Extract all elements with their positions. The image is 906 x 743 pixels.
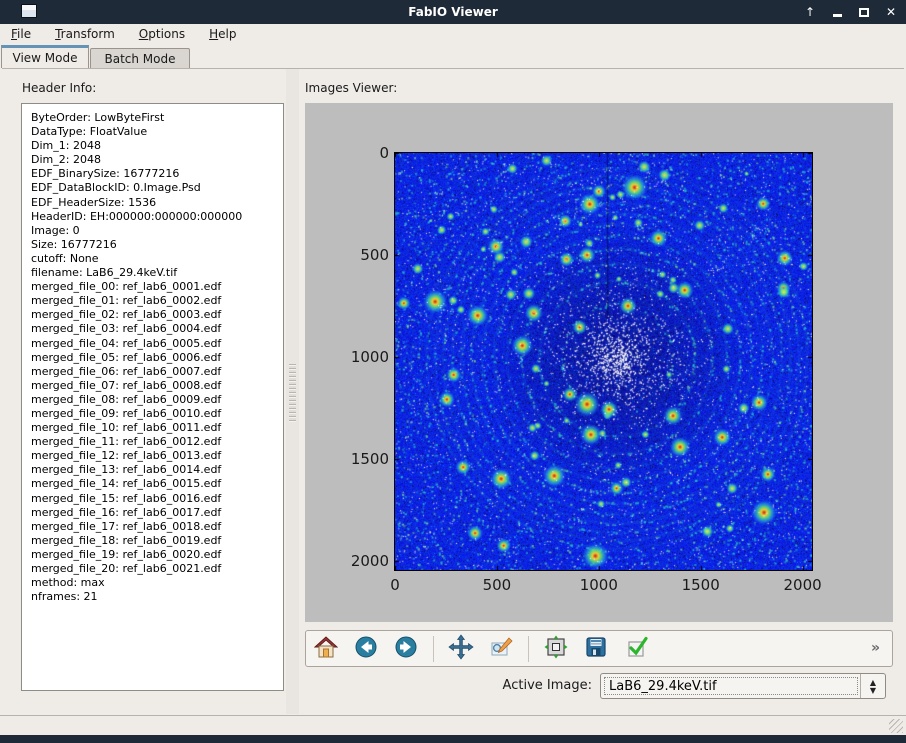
zoom-rect-button[interactable]	[488, 636, 514, 662]
configure-subplots-icon	[544, 635, 568, 663]
window-title: FabIO Viewer	[0, 5, 906, 19]
toolbar-overflow-chevron[interactable]: »	[871, 640, 880, 656]
tab-bar: View Mode Batch Mode	[0, 44, 906, 68]
zoom-rect-icon	[489, 635, 513, 663]
menu-file[interactable]: File	[11, 27, 31, 41]
plot-axes[interactable]	[394, 152, 813, 571]
combobox-spinner[interactable]: ▲ ▼	[860, 674, 885, 698]
status-bar	[0, 715, 906, 735]
minimize-button[interactable]	[830, 5, 844, 19]
maximize-button[interactable]	[857, 5, 871, 19]
x-tick-label: 0	[390, 576, 400, 594]
active-image-value: LaB6_29.4keV.tif	[609, 679, 717, 694]
home-button[interactable]	[313, 636, 339, 662]
title-bar: FabIO Viewer ↑ ✕	[0, 0, 906, 24]
active-image-combobox[interactable]: LaB6_29.4keV.tif ▲ ▼	[600, 673, 886, 699]
x-tick-label: 2000	[784, 576, 822, 594]
app-window: FabIO Viewer ↑ ✕ File Transform Options Hel…	[0, 0, 906, 743]
x-tick-label: 1500	[682, 576, 720, 594]
toolbar-separator	[528, 636, 529, 662]
diffraction-image[interactable]	[395, 153, 812, 570]
panel-splitter[interactable]	[286, 69, 299, 714]
configure-subplots-button[interactable]	[543, 636, 569, 662]
back-button[interactable]	[353, 636, 379, 662]
pan-arrows-icon	[448, 634, 474, 664]
menu-bar: File Transform Options Help	[0, 24, 906, 44]
y-tick-label: 500	[305, 246, 389, 264]
y-tick-label: 0	[305, 144, 389, 162]
splitter-handle-icon[interactable]	[289, 364, 296, 422]
save-button[interactable]	[583, 636, 609, 662]
menu-options[interactable]: Options	[139, 27, 185, 41]
figure-canvas[interactable]: 0 500 1000 1500 2000 0 500 1000 1500 2000	[305, 103, 893, 622]
y-tick-label: 1500	[305, 450, 389, 468]
tab-batch-mode[interactable]: Batch Mode	[90, 48, 190, 68]
home-icon	[314, 635, 338, 663]
combobox-focus-rect: LaB6_29.4keV.tif	[604, 677, 858, 695]
resize-grip-icon[interactable]	[889, 719, 903, 733]
window-controls: ↑ ✕	[803, 0, 898, 24]
save-floppy-icon	[584, 635, 608, 663]
tab-view-mode[interactable]: View Mode	[1, 45, 89, 68]
back-arrow-icon	[354, 635, 378, 663]
window-bottom-border	[0, 735, 906, 743]
customize-button[interactable]	[623, 636, 649, 662]
header-info-label: Header Info:	[22, 81, 96, 95]
shade-button[interactable]: ↑	[803, 5, 817, 19]
pan-button[interactable]	[448, 636, 474, 662]
toolbar-separator	[433, 636, 434, 662]
images-viewer-label: Images Viewer:	[305, 81, 397, 95]
y-tick-label: 2000	[305, 552, 389, 570]
header-info-text: ByteOrder: LowByteFirst DataType: FloatV…	[31, 111, 283, 604]
active-image-label: Active Image:	[432, 678, 592, 693]
spin-up-icon[interactable]: ▲	[870, 679, 876, 686]
spin-down-icon[interactable]: ▼	[870, 687, 876, 694]
menu-help[interactable]: Help	[209, 27, 236, 41]
close-button[interactable]: ✕	[884, 5, 898, 19]
forward-arrow-icon	[394, 635, 418, 663]
x-tick-label: 500	[483, 576, 512, 594]
window-icon[interactable]	[21, 4, 37, 18]
x-tick-label: 1000	[580, 576, 618, 594]
plot-toolbar: »	[305, 630, 893, 667]
checkmark-icon	[624, 635, 648, 663]
y-tick-label: 1000	[305, 348, 389, 366]
header-info-box[interactable]: ByteOrder: LowByteFirst DataType: FloatV…	[21, 103, 284, 691]
forward-button[interactable]	[393, 636, 419, 662]
menu-transform[interactable]: Transform	[55, 27, 115, 41]
